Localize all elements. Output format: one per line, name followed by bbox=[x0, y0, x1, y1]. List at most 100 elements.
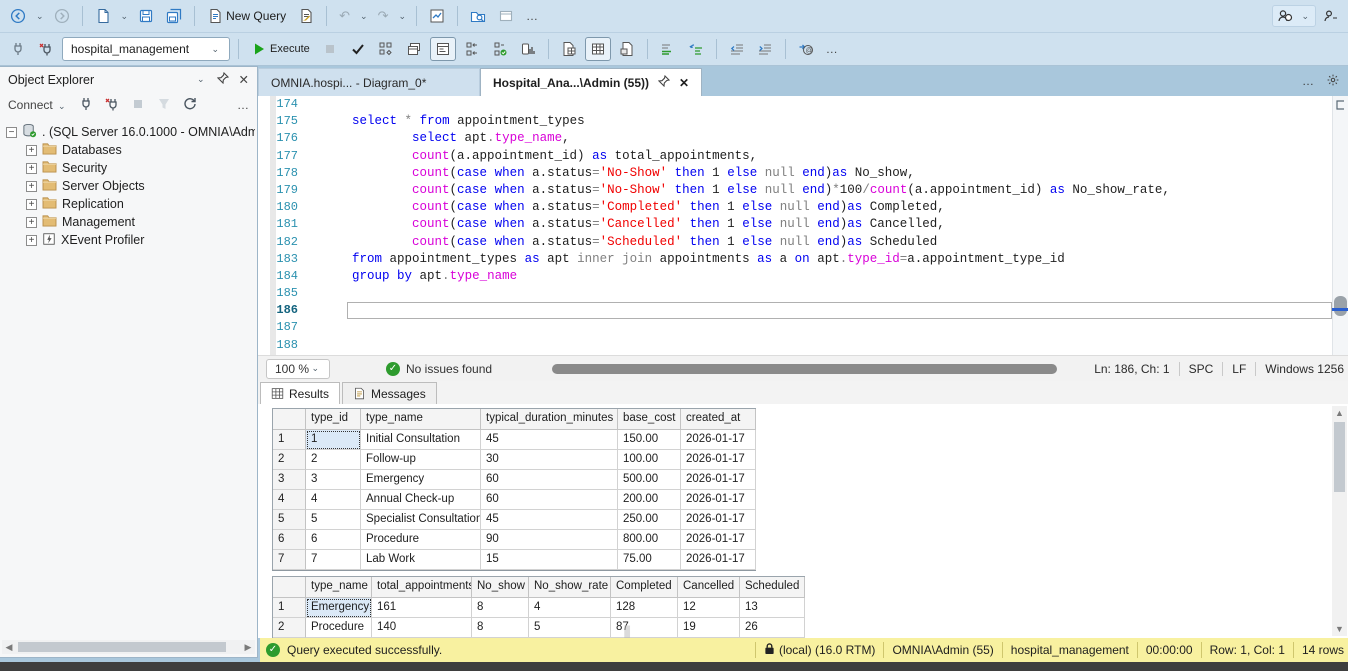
new-query-button[interactable]: New Query bbox=[203, 5, 290, 27]
object-explorer-hscrollbar[interactable]: ◀ ▶ bbox=[2, 640, 255, 654]
code-line[interactable]: 181 count(case when a.status='Cancelled'… bbox=[258, 216, 1348, 233]
grid-column-header[interactable]: Completed bbox=[611, 577, 678, 598]
grid-cell[interactable]: 4 bbox=[306, 490, 361, 510]
tab-query[interactable]: Hospital_Ana...\Admin (55)) ✕ bbox=[480, 68, 702, 96]
grid-column-header[interactable]: typical_duration_minutes bbox=[481, 409, 618, 430]
grid-cell[interactable]: Emergency bbox=[361, 470, 481, 490]
grid-column-header[interactable]: Cancelled bbox=[678, 577, 740, 598]
grid-cell[interactable]: 13 bbox=[740, 598, 805, 618]
encoding-label[interactable]: Windows 1256 bbox=[1265, 362, 1344, 376]
navigate-forward-button[interactable] bbox=[50, 5, 74, 27]
code-line[interactable]: 178 count(case when a.status='No-Show' t… bbox=[258, 165, 1348, 182]
code-line[interactable]: 188 bbox=[258, 337, 1348, 354]
scroll-right-arrow-icon[interactable]: ▶ bbox=[241, 642, 255, 653]
grid-row-header[interactable]: 4 bbox=[273, 490, 306, 510]
account-button[interactable]: ⌄ bbox=[1272, 5, 1316, 27]
grid-column-header[interactable]: base_cost bbox=[618, 409, 681, 430]
tree-node-security[interactable]: +Security bbox=[0, 159, 255, 177]
grid-column-header[interactable]: total_appointments bbox=[372, 577, 472, 598]
grid-column-header[interactable]: No_show bbox=[472, 577, 529, 598]
undo-button[interactable]: ↶ bbox=[335, 5, 354, 27]
editor-hscroll-thumb[interactable] bbox=[552, 364, 1057, 374]
grid-row-header[interactable]: 3 bbox=[273, 470, 306, 490]
expand-icon[interactable]: + bbox=[26, 235, 37, 246]
code-line[interactable]: 186 bbox=[258, 302, 1348, 319]
grid-row-header[interactable]: 5 bbox=[273, 510, 306, 530]
grid-cell[interactable]: 26 bbox=[740, 618, 805, 638]
results-to-text-button[interactable] bbox=[557, 38, 581, 60]
tab-pin-icon[interactable] bbox=[658, 75, 670, 90]
grid-cell[interactable]: 128 bbox=[611, 598, 678, 618]
code-line[interactable]: 179 count(case when a.status='No-Show' t… bbox=[258, 182, 1348, 199]
grid-cell[interactable]: 90 bbox=[481, 530, 618, 550]
increase-indent-button[interactable] bbox=[753, 38, 777, 60]
scroll-down-arrow-icon[interactable]: ▼ bbox=[1332, 624, 1347, 634]
undo-dropdown-icon[interactable]: ⌄ bbox=[358, 11, 370, 22]
back-dropdown-icon[interactable]: ⌄ bbox=[34, 11, 46, 22]
grid-cell[interactable]: 12 bbox=[678, 598, 740, 618]
oe-refresh-icon[interactable] bbox=[182, 96, 198, 115]
code-line[interactable]: 183 from appointment_types as apt inner … bbox=[258, 251, 1348, 268]
oe-connect-icon[interactable] bbox=[78, 96, 94, 115]
database-engine-query-button[interactable] bbox=[294, 5, 318, 27]
grid-cell[interactable]: Follow-up bbox=[361, 450, 481, 470]
grid-cell[interactable]: 8 bbox=[472, 618, 529, 638]
connect-dropdown-button[interactable]: Connect ⌄ bbox=[8, 98, 68, 112]
live-statistics-button[interactable] bbox=[488, 38, 512, 60]
issues-indicator[interactable]: ✓ No issues found bbox=[386, 362, 492, 376]
tab-close-icon[interactable]: ✕ bbox=[679, 76, 689, 90]
grid-column-header[interactable]: type_name bbox=[361, 409, 481, 430]
oe-overflow-button[interactable]: … bbox=[237, 98, 249, 112]
scroll-up-arrow-icon[interactable]: ▲ bbox=[1332, 408, 1347, 418]
code-line[interactable]: 176 select apt.type_name, bbox=[258, 130, 1348, 147]
grid-column-header[interactable]: type_id bbox=[306, 409, 361, 430]
grid-cell[interactable]: 2026-01-17 bbox=[681, 450, 756, 470]
indentation-mode-label[interactable]: SPC bbox=[1189, 362, 1214, 376]
grid-row-header[interactable]: 1 bbox=[273, 598, 306, 618]
grid-column-header[interactable]: created_at bbox=[681, 409, 756, 430]
grid-cell[interactable]: 4 bbox=[529, 598, 611, 618]
panel-dropdown-icon[interactable]: ⌄ bbox=[195, 74, 207, 85]
navigate-back-button[interactable] bbox=[6, 5, 30, 27]
close-icon[interactable]: ✕ bbox=[239, 72, 249, 87]
properties-window-button[interactable] bbox=[494, 5, 518, 27]
tree-node-databases[interactable]: +Databases bbox=[0, 141, 255, 159]
tree-node-server[interactable]: −. (SQL Server 16.0.1000 - OMNIA\Admin) bbox=[0, 123, 255, 141]
grid-column-header[interactable]: type_name bbox=[306, 577, 372, 598]
grid-corner-cell[interactable] bbox=[273, 577, 306, 598]
estimated-plan-button[interactable] bbox=[374, 38, 398, 60]
database-selector[interactable]: hospital_management ⌄ bbox=[62, 37, 230, 61]
grid-cell[interactable]: 87 bbox=[611, 618, 678, 638]
document-outline-icon[interactable] bbox=[1334, 99, 1346, 114]
grid-row-header[interactable]: 1 bbox=[273, 430, 306, 450]
tree-node-server-objects[interactable]: +Server Objects bbox=[0, 177, 255, 195]
client-statistics-button[interactable] bbox=[516, 38, 540, 60]
grid-cell[interactable]: Procedure bbox=[361, 530, 481, 550]
expand-icon[interactable]: + bbox=[26, 199, 37, 210]
grid-cell[interactable]: 2026-01-17 bbox=[681, 430, 756, 450]
grid-cell[interactable]: 15 bbox=[481, 550, 618, 570]
results-to-file-button[interactable] bbox=[615, 38, 639, 60]
execute-button[interactable]: Execute bbox=[247, 38, 314, 60]
actual-plan-button[interactable] bbox=[460, 38, 484, 60]
result-grid-2[interactable]: type_nametotal_appointmentsNo_showNo_sho… bbox=[272, 576, 805, 638]
uncomment-button[interactable] bbox=[684, 38, 708, 60]
grid-cell[interactable]: Initial Consultation bbox=[361, 430, 481, 450]
save-button[interactable] bbox=[134, 5, 158, 27]
grid-cell[interactable]: 30 bbox=[481, 450, 618, 470]
collapse-icon[interactable]: − bbox=[6, 127, 17, 138]
oe-stop-icon[interactable] bbox=[130, 96, 146, 115]
grid-cell[interactable]: Emergency bbox=[306, 598, 372, 618]
new-file-dropdown-icon[interactable]: ⌄ bbox=[119, 11, 131, 22]
tree-node-xevent-profiler[interactable]: +XEvent Profiler bbox=[0, 231, 255, 249]
grid-cell[interactable]: 6 bbox=[306, 530, 361, 550]
hscroll-thumb[interactable] bbox=[18, 642, 226, 652]
sql-editor[interactable]: 174175 select * from appointment_types17… bbox=[258, 96, 1348, 355]
tab-diagram[interactable]: OMNIA.hospi... - Diagram_0* bbox=[258, 68, 480, 96]
cancel-query-button[interactable] bbox=[318, 38, 342, 60]
grid-row-header[interactable]: 2 bbox=[273, 450, 306, 470]
grid-cell[interactable]: 75.00 bbox=[618, 550, 681, 570]
grid-cell[interactable]: 2026-01-17 bbox=[681, 550, 756, 570]
editor-vscrollbar[interactable] bbox=[1332, 96, 1348, 355]
find-in-files-button[interactable] bbox=[466, 5, 490, 27]
